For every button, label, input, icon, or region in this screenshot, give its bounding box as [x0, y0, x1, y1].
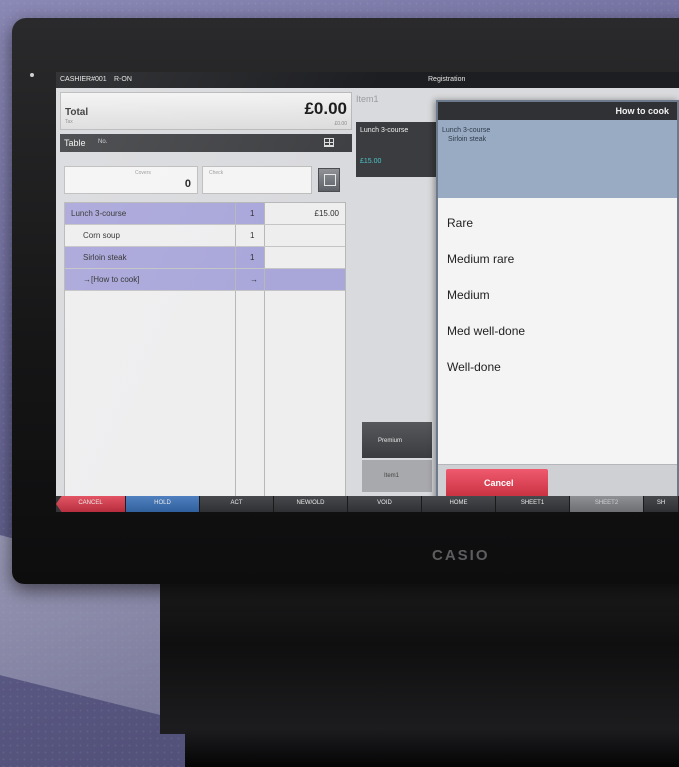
mode-label: R-ON	[114, 76, 132, 83]
tax-label: Tax	[65, 119, 73, 125]
option-medium[interactable]: Medium	[438, 278, 677, 312]
covers-label: Covers	[135, 170, 151, 176]
order-item-name: Lunch 3-course	[71, 209, 127, 218]
order-item-price: £15.00	[314, 209, 339, 218]
dialog-title-bar: How to cook	[438, 102, 677, 120]
order-item-name: →[How to cook]	[83, 275, 140, 284]
table-grid-icon[interactable]	[324, 138, 334, 147]
item-button-lunch[interactable]: Lunch 3-course £15.00	[356, 122, 446, 177]
covers-value: 0	[184, 178, 191, 190]
new-old-key[interactable]: NEW/OLD	[274, 496, 348, 512]
order-row-lunch[interactable]: Lunch 3-course 1 £15.00	[65, 203, 345, 225]
function-key-bar: CANCEL HOLD ACT NEW/OLD VOID HOME SHEET1…	[56, 496, 679, 512]
option-label: Well-done	[447, 360, 501, 374]
order-row-steak[interactable]: Sirloin steak 1	[65, 247, 345, 269]
how-to-cook-dialog: How to cook Lunch 3-course Sirloin steak…	[436, 100, 679, 502]
screen-title: Registration	[428, 76, 466, 83]
dialog-info-line1: Lunch 3-course	[442, 127, 491, 134]
item1-label: Item1	[384, 473, 400, 479]
brand-logo: CASIO	[432, 547, 490, 564]
total-value: £0.00	[304, 99, 347, 118]
item-name: Lunch 3-course	[360, 127, 409, 134]
hold-key[interactable]: HOLD	[126, 496, 200, 512]
order-row-soup[interactable]: Corn soup 1	[65, 225, 345, 247]
dialog-cancel-button[interactable]: Cancel	[446, 469, 548, 498]
table-bar[interactable]: Table No.	[60, 134, 352, 152]
item-panel-header: Item1	[356, 94, 379, 104]
order-list: Lunch 3-course 1 £15.00 Corn soup 1 Sirl…	[64, 202, 346, 512]
table-label: Table	[64, 138, 86, 148]
check-label: Check	[209, 170, 224, 176]
check-field[interactable]: Check	[202, 166, 312, 194]
option-well-done[interactable]: Well-done	[438, 350, 677, 384]
order-item-name: Sirloin steak	[83, 253, 127, 262]
item1-button[interactable]: Item1	[362, 460, 432, 492]
premium-label: Premium	[378, 438, 403, 444]
status-bar: CASHIER#001 R-ON Registration	[56, 72, 679, 88]
covers-field[interactable]: Covers 0	[64, 166, 198, 194]
option-label: Rare	[447, 216, 474, 230]
order-item-qty: 1	[250, 231, 255, 240]
order-item-qty: 1	[250, 209, 255, 218]
monitor-stand	[160, 584, 679, 734]
home-key[interactable]: HOME	[422, 496, 496, 512]
table-number: No.	[98, 139, 108, 145]
dialog-info: Lunch 3-course Sirloin steak	[438, 120, 677, 198]
pos-screen: CASHIER#001 R-ON Registration Total Tax …	[56, 72, 679, 512]
option-label: Med well-done	[447, 324, 526, 338]
order-item-qty: →	[250, 275, 258, 284]
option-medium-rare[interactable]: Medium rare	[438, 242, 677, 276]
monitor-base	[185, 728, 679, 767]
option-label: Medium	[447, 288, 490, 302]
act-key[interactable]: ACT	[200, 496, 274, 512]
void-key[interactable]: VOID	[348, 496, 422, 512]
item-price: £15.00	[360, 158, 382, 165]
option-label: Medium rare	[447, 252, 515, 266]
sheet1-key[interactable]: SHEET1	[496, 496, 570, 512]
sheet2-key[interactable]: SHEET2	[570, 496, 644, 512]
counter-row: Covers 0 Check	[64, 166, 344, 194]
order-item-name: Corn soup	[83, 231, 120, 240]
order-panel: Total Tax £0.00 £0.00 Table No. Covers 0…	[60, 92, 352, 512]
total-sub-value: £0.00	[334, 121, 347, 127]
camera-dot	[30, 73, 34, 77]
total-label: Total	[65, 107, 89, 118]
total-box: Total Tax £0.00 £0.00	[60, 92, 352, 130]
order-row-how-to-cook[interactable]: →[How to cook] →	[65, 269, 345, 291]
cancel-key[interactable]: CANCEL	[56, 496, 126, 512]
order-item-qty: 1	[250, 253, 255, 262]
cashier-label: CASHIER#001	[60, 76, 107, 83]
dialog-title: How to cook	[615, 106, 670, 116]
option-rare[interactable]: Rare	[438, 206, 677, 240]
cancel-label: Cancel	[484, 478, 514, 488]
sheet3-key[interactable]: SH	[644, 496, 679, 512]
premium-button[interactable]: Premium	[362, 422, 432, 458]
dialog-info-line2: Sirloin steak	[448, 136, 487, 143]
option-med-well-done[interactable]: Med well-done	[438, 314, 677, 348]
print-icon[interactable]	[318, 168, 340, 192]
